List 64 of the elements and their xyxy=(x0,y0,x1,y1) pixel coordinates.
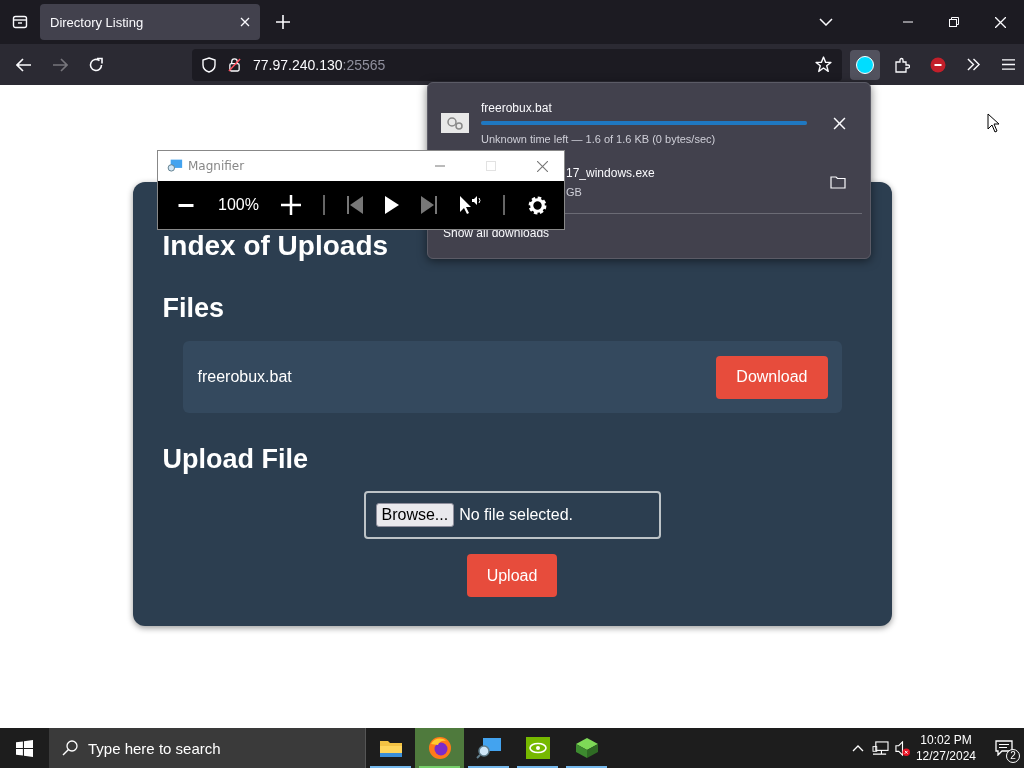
download-status: Unknown time left — 1.6 of 1.6 KB (0 bytes/sec) xyxy=(481,133,717,145)
download-button[interactable]: Download xyxy=(716,355,828,399)
reload-icon[interactable] xyxy=(88,56,104,73)
settings-icon[interactable] xyxy=(526,194,548,216)
search-icon xyxy=(62,740,78,756)
page-title: Index of Uploads xyxy=(162,230,389,262)
tab-list-icon[interactable] xyxy=(12,14,28,30)
download-item[interactable]: 17_windows.exe GB xyxy=(566,151,862,209)
folder-icon xyxy=(378,738,403,758)
gears-file-icon xyxy=(441,113,469,133)
cube-icon xyxy=(574,737,599,759)
zoom-level: 100% xyxy=(218,196,259,214)
windows-start-icon[interactable] xyxy=(16,739,33,757)
notifications-button[interactable]: 2 xyxy=(990,733,1018,763)
search-field[interactable]: Type here to search xyxy=(49,728,366,768)
skip-back-icon[interactable] xyxy=(346,196,363,214)
file-name: freerobux.bat xyxy=(197,368,292,386)
lock-icon[interactable] xyxy=(228,57,241,72)
clock[interactable]: 10:02 PM 12/27/2024 xyxy=(915,732,976,764)
downloads-button[interactable] xyxy=(850,49,880,80)
date-text: 12/27/2024 xyxy=(915,748,976,764)
tab-title: Directory Listing xyxy=(50,14,144,30)
new-tab-icon[interactable] xyxy=(276,15,290,29)
browse-button[interactable]: Browse... xyxy=(375,503,455,527)
upload-button[interactable]: Upload xyxy=(466,554,558,597)
chevrons-icon[interactable] xyxy=(966,58,981,71)
skip-forward-icon[interactable] xyxy=(420,196,437,214)
window-title: Magnifier xyxy=(188,159,245,173)
download-item[interactable]: freerobux.bat Unknown time left — 1.6 of 1.6 KB (0 bytes/sec) xyxy=(436,91,862,151)
time-text: 10:02 PM xyxy=(920,732,972,748)
search-placeholder: Type here to search xyxy=(88,739,221,757)
download-name: freerobux.bat xyxy=(481,101,553,115)
download-name: 17_windows.exe xyxy=(566,166,656,180)
puzzle-icon[interactable] xyxy=(894,56,910,73)
mouse-pointer-icon xyxy=(987,113,999,133)
notification-count: 2 xyxy=(1006,749,1020,763)
browser-tab[interactable]: Directory Listing xyxy=(40,4,260,40)
speaker-muted-icon[interactable] xyxy=(894,740,910,756)
play-icon[interactable] xyxy=(384,196,399,214)
network-icon[interactable] xyxy=(871,740,889,756)
address-bar[interactable]: 77.97.240.130:25565 xyxy=(192,48,842,81)
file-status: No file selected. xyxy=(459,506,574,524)
browser-icon xyxy=(427,736,452,760)
menu-icon[interactable] xyxy=(1001,58,1016,71)
eye-logo-icon xyxy=(525,737,550,759)
pointer-speaker-icon[interactable] xyxy=(458,195,481,215)
chevron-up-icon[interactable] xyxy=(851,744,864,752)
star-icon[interactable] xyxy=(815,56,832,73)
magnifier-app-icon xyxy=(475,737,502,759)
section-heading: Upload File xyxy=(162,443,308,475)
file-input[interactable]: Browse... No file selected. xyxy=(363,491,661,539)
restore-icon[interactable] xyxy=(949,17,959,27)
shield-icon[interactable] xyxy=(202,56,216,73)
download-status: GB xyxy=(566,186,583,198)
magnifier-app-icon xyxy=(166,159,183,173)
folder-icon[interactable] xyxy=(830,175,846,189)
zoom-out-icon[interactable] xyxy=(176,203,196,207)
chevron-down-icon[interactable] xyxy=(819,18,833,26)
zoom-in-icon[interactable] xyxy=(280,195,301,215)
back-icon[interactable] xyxy=(16,57,32,72)
shield-extension-icon[interactable] xyxy=(930,56,946,73)
section-heading: Files xyxy=(162,292,225,324)
url-text: 77.97.240.130:25565 xyxy=(253,56,386,73)
forward-icon[interactable] xyxy=(52,57,68,72)
